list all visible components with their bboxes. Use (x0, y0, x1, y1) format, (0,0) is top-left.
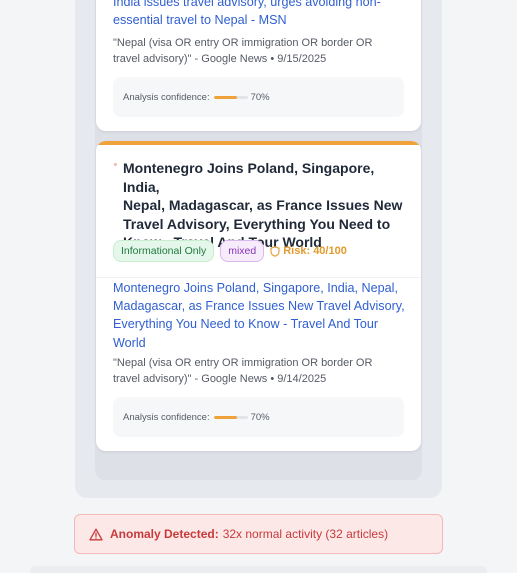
article-source: "Nepal (visa OR entry OR immigration OR … (113, 35, 403, 67)
confidence-value: 70% (250, 91, 270, 103)
severity-accent-bar (96, 141, 421, 145)
bullet-dot (114, 163, 117, 166)
article-link-line[interactable]: Madagascar, as France Issues New Travel … (113, 297, 408, 315)
article-link-line[interactable]: World (113, 334, 408, 352)
article-source: "Nepal (visa OR entry OR immigration OR … (113, 355, 403, 387)
title-line: Montenegro Joins Poland, Singapore, Indi… (123, 160, 375, 195)
article-card: India issues travel advisory, urges avoi… (96, 0, 421, 131)
risk-label: Risk: 40/100 (283, 245, 347, 257)
confidence-bar (213, 415, 248, 419)
confidence-bar-fill (213, 95, 238, 99)
source-line: travel advisory)" - Google News • 9/14/2… (113, 373, 327, 385)
confidence-value: 70% (250, 411, 270, 423)
title-line: Nepal, Madagascar, as France Issues New (123, 197, 403, 214)
confidence-box: Analysis confidence: 70% (113, 77, 404, 117)
divider (96, 277, 421, 278)
confidence-bar (213, 95, 248, 99)
article-link-line[interactable]: essential travel to Nepal - MSN (113, 11, 403, 29)
article-card: Montenegro Joins Poland, Singapore, Indi… (96, 141, 421, 451)
source-line: travel advisory)" - Google News • 9/15/2… (113, 53, 327, 65)
confidence-bar-fill (213, 415, 238, 419)
confidence-label: Analysis confidence: (123, 91, 210, 103)
article-link-line[interactable]: Everything You Need to Know - Travel And… (113, 315, 408, 333)
article-link-line[interactable]: India issues travel advisory, urges avoi… (113, 0, 403, 11)
confidence-box: Analysis confidence: 70% (113, 397, 404, 437)
anomaly-message: 32x normal activity (32 articles) (222, 527, 389, 541)
shield-icon (270, 245, 280, 257)
category-badge: Informational Only (113, 240, 215, 262)
article-title: Montenegro Joins Poland, Singapore, Indi… (123, 159, 408, 252)
next-panel-edge (30, 566, 487, 573)
source-line: "Nepal (visa OR entry OR immigration OR … (113, 357, 373, 369)
anomaly-alert: Anomaly Detected: 32x normal activity (3… (74, 514, 443, 554)
risk-score: Risk: 40/100 (270, 245, 347, 257)
article-link-line[interactable]: Montenegro Joins Poland, Singapore, Indi… (113, 279, 408, 297)
badge-row: Informational Only mixed Risk: 40/100 (113, 240, 347, 262)
anomaly-label: Anomaly Detected: (110, 527, 219, 541)
title-line: Travel Advisory, Everything You Need to (123, 215, 391, 232)
warning-triangle-icon (89, 528, 103, 541)
article-link[interactable]: Montenegro Joins Poland, Singapore, Indi… (113, 279, 408, 352)
article-link[interactable]: India issues travel advisory, urges avoi… (113, 0, 403, 29)
sentiment-badge: mixed (220, 240, 265, 262)
source-line: "Nepal (visa OR entry OR immigration OR … (113, 37, 373, 49)
confidence-label: Analysis confidence: (123, 411, 210, 423)
